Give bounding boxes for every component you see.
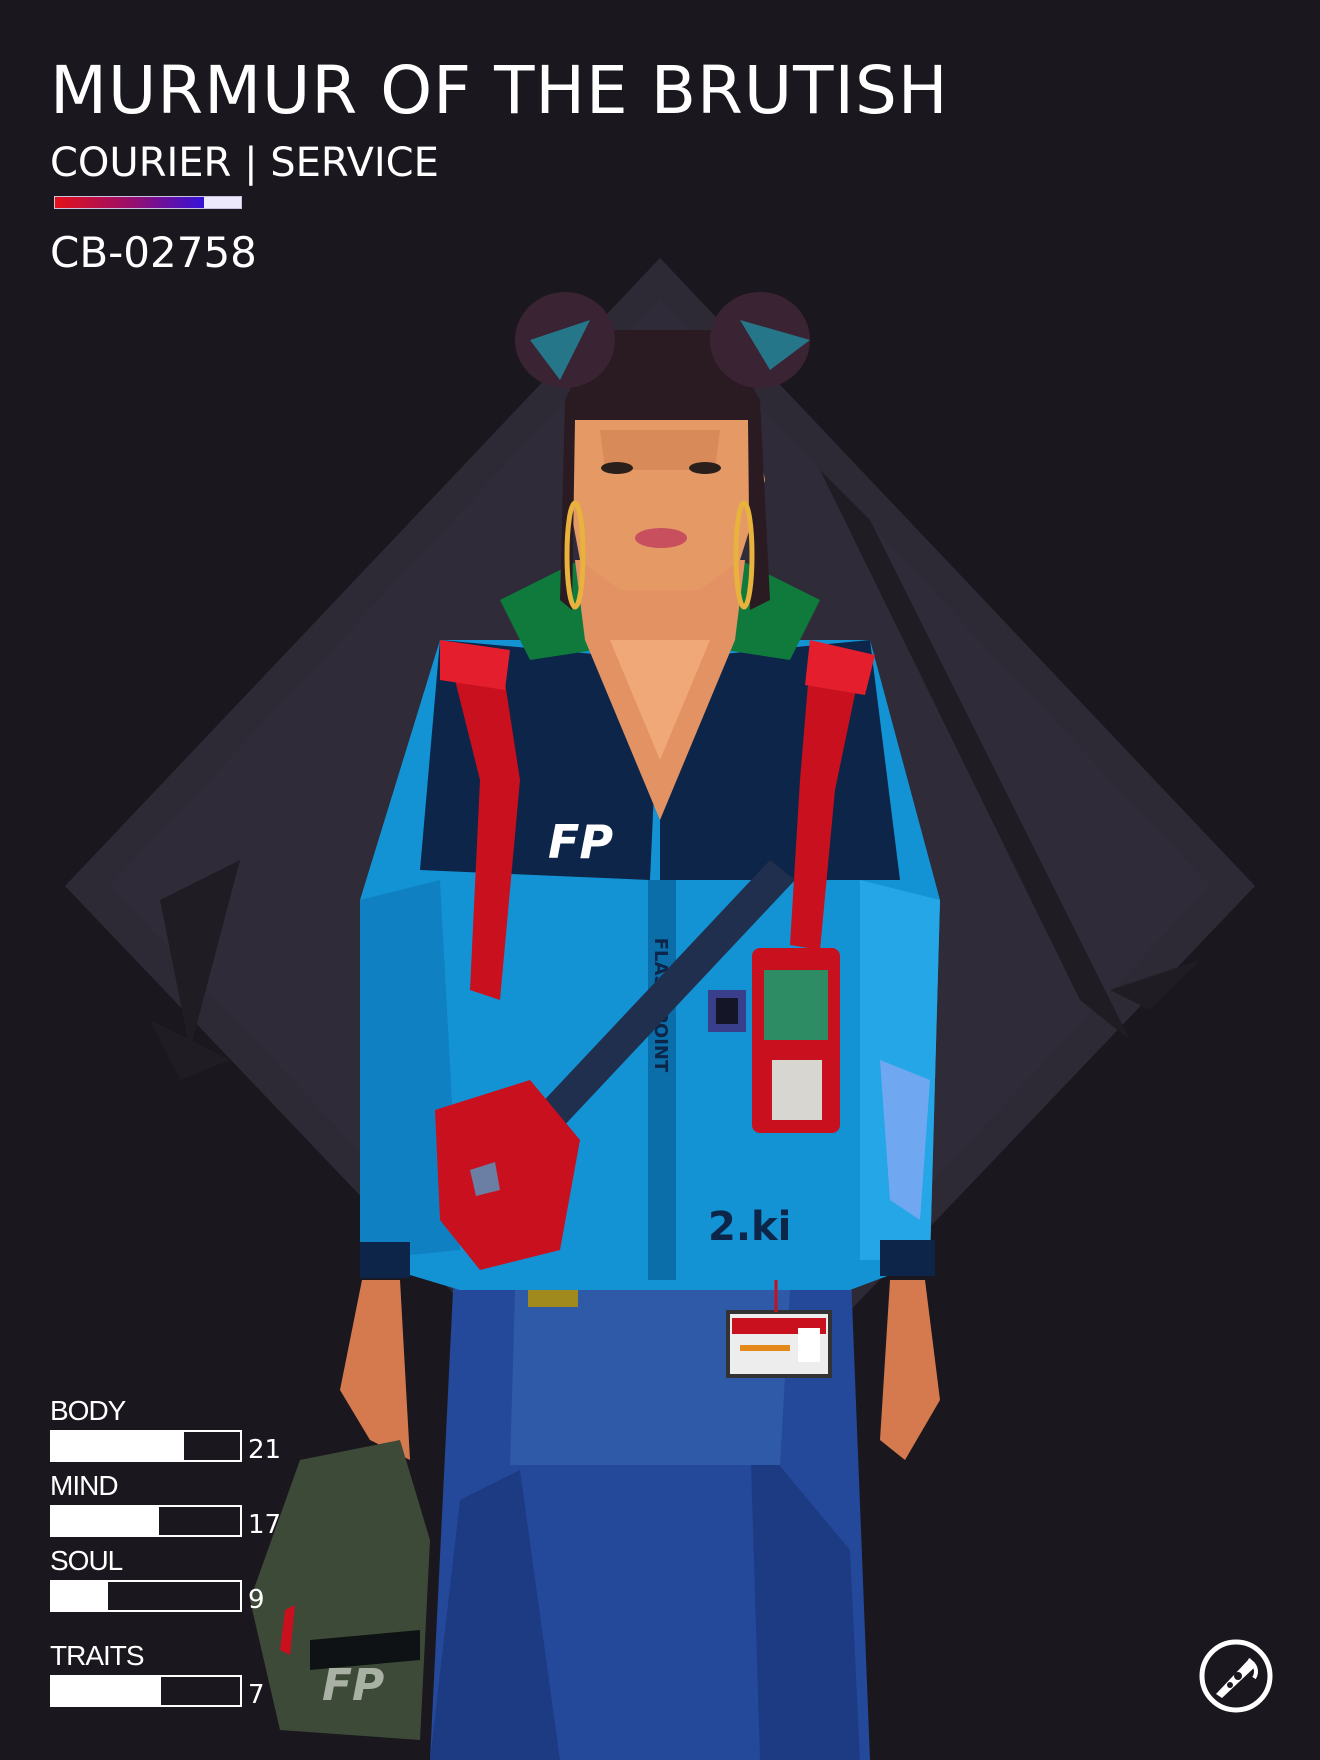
stat-value: 9 [248,1585,265,1615]
character-left-hand [340,1280,410,1460]
stat-label: BODY [50,1395,126,1426]
stat-bar [50,1505,242,1537]
accent-bar [54,196,242,209]
stat-bar [50,1580,242,1612]
helmet-badge-text: FP [322,1660,384,1711]
stat-value: 7 [248,1680,265,1710]
character-card: FLASH POINT FP 2.ki FP [0,0,1320,1760]
stat-bar [50,1675,242,1707]
stat-label: TRAITS [50,1640,145,1671]
stat-soul: SOUL 9 [50,1546,265,1615]
stat-label: SOUL [50,1545,123,1576]
stat-mind: MIND 17 [50,1471,281,1540]
chest-badge-text: FP [548,815,613,869]
character-name: MURMUR OF THE BRUTISH [50,52,949,129]
pizza-slice-icon [1199,1639,1273,1713]
character-right-hand [880,1280,940,1460]
character-class: COURIER | SERVICE [50,140,439,186]
stat-traits: TRAITS 7 [50,1641,265,1710]
stat-label: MIND [50,1470,119,1501]
stat-body: BODY 21 [50,1396,281,1465]
stat-value: 21 [248,1435,282,1465]
stat-bar [50,1430,242,1462]
stat-value: 17 [248,1510,282,1540]
character-serial: CB-02758 [50,228,257,277]
pocket-text: 2.ki [708,1204,791,1250]
